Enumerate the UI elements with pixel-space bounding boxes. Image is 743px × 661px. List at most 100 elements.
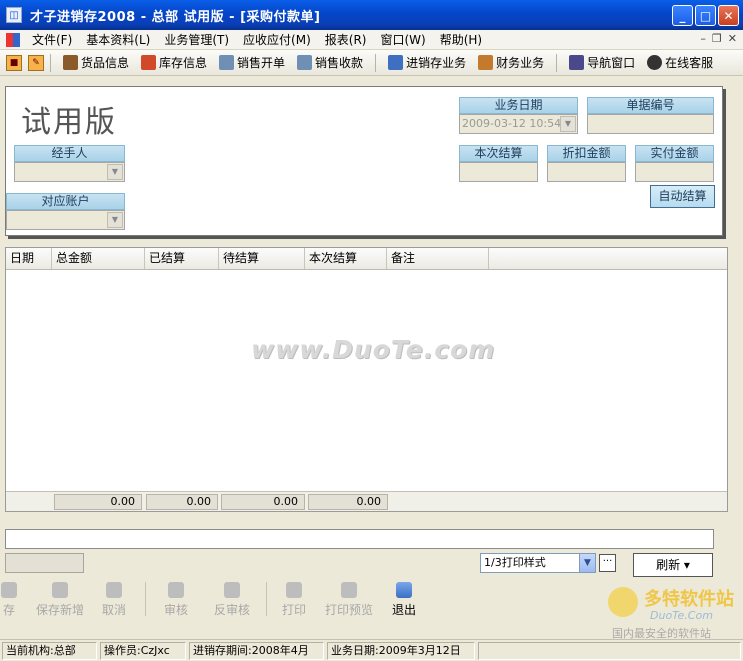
col-date[interactable]: 日期 [6,248,52,269]
discount-field[interactable] [547,162,626,182]
doc-no-field[interactable] [587,114,714,134]
exit-icon [396,582,412,598]
grid-body[interactable]: www.DuoTe.com [6,270,727,492]
page-title: 试用版 [21,105,117,140]
menu-file[interactable]: 文件(F) [25,31,79,48]
save-icon [1,582,17,598]
toolbar-edit-icon[interactable]: ✎ [28,54,44,71]
readonly-field [5,553,84,573]
toolbar-inventory-business[interactable]: 进销存业务 [382,54,472,71]
current-settle-field[interactable] [459,162,538,182]
chevron-down-icon[interactable]: ▼ [107,164,123,180]
print-preview-button[interactable]: 打印预览 [323,580,375,618]
approve-icon [168,582,184,598]
logo-main-text: 多特软件站 [644,589,734,610]
refresh-button[interactable]: 刷新 ▾ [633,553,713,577]
account-select[interactable]: ▼ [6,210,125,230]
finance-icon [478,55,494,70]
toolbar-sales-receipt[interactable]: 销售收款 [291,54,369,71]
col-current-settle[interactable]: 本次结算 [305,248,387,269]
col-remark[interactable]: 备注 [387,248,489,269]
save-button[interactable]: 存 [0,580,18,618]
menu-basic-data[interactable]: 基本资料(L) [79,31,157,48]
toolbar-label: 销售开单 [237,56,286,70]
actual-pay-field[interactable] [635,162,714,182]
date-label: 业务日期 [459,97,578,114]
toolbar-navigation[interactable]: 导航窗口 [563,54,641,71]
menu-receivable-payable[interactable]: 应收应付(M) [236,31,318,48]
date-value: 2009-03-12 10:54 [462,117,562,130]
mascot-icon [608,587,638,617]
exit-button[interactable]: 退出 [388,580,420,618]
action-separator [145,582,146,616]
print-label: 打印 [281,603,306,617]
menu-help[interactable]: 帮助(H) [433,31,489,48]
mdi-restore-button[interactable]: ❐ [712,32,722,45]
sales-order-icon [219,55,235,70]
toolbar-sales-order[interactable]: 销售开单 [213,54,291,71]
toolbar-online-support[interactable]: 在线客服 [641,54,719,71]
logo-sub-text: DuoTe.Com [650,609,713,622]
col-pending[interactable]: 待结算 [219,248,305,269]
unapprove-label: 反审核 [213,603,250,617]
date-picker[interactable]: 2009-03-12 10:54 ▼ [459,114,578,134]
toolbar-stop-icon[interactable]: ■ [6,54,22,71]
chevron-down-icon[interactable]: ▼ [107,212,123,228]
exit-label: 退出 [391,603,416,617]
menu-reports[interactable]: 报表(R) [318,31,374,48]
settlement-grid: 日期 总金额 已结算 待结算 本次结算 备注 www.DuoTe.com 0.0… [5,247,728,512]
toolbar: ■ ✎ 货品信息 库存信息 销售开单 销售收款 进销存业务 财务业务 导航窗口 … [0,50,743,76]
menu-app-icon[interactable] [6,32,20,47]
auto-settle-button[interactable]: 自动结算 [650,185,715,208]
cancel-label: 取消 [101,603,126,617]
handler-select[interactable]: ▼ [14,162,125,182]
save-new-button[interactable]: 保存新增 [32,580,88,618]
unapprove-button[interactable]: 反审核 [210,580,254,618]
navigation-icon [569,55,585,70]
pending-sum: 0.00 [221,494,305,510]
online-support-icon [647,55,663,70]
approve-button[interactable]: 审核 [158,580,194,618]
toolbar-separator [375,53,377,72]
toolbar-stock-info[interactable]: 库存信息 [135,54,213,71]
mdi-close-button[interactable]: ✕ [728,32,737,45]
chevron-down-icon[interactable]: ▼ [560,116,576,132]
status-org: 当前机构:总部 [2,642,97,660]
print-preview-icon [341,582,357,598]
inventory-business-icon [388,55,404,70]
doc-no-label: 单据编号 [587,97,714,114]
cancel-icon [106,582,122,598]
menu-bar: 文件(F) 基本资料(L) 业务管理(T) 应收应付(M) 报表(R) 窗口(W… [0,30,743,50]
toolbar-goods-info[interactable]: 货品信息 [57,54,135,71]
save-new-label: 保存新增 [35,603,84,617]
chevron-down-icon[interactable]: ▼ [579,554,595,572]
toolbar-finance[interactable]: 财务业务 [472,54,550,71]
status-operator: 操作员:CzJxc [100,642,186,660]
memo-input[interactable] [5,529,714,549]
account-label: 对应账户 [6,193,125,210]
menu-business[interactable]: 业务管理(T) [157,31,236,48]
house-icon [141,55,157,70]
col-total-amount[interactable]: 总金额 [52,248,145,269]
col-settled[interactable]: 已结算 [145,248,219,269]
print-style-select[interactable]: 1/3打印样式 ▼ [480,553,596,573]
close-button[interactable]: ✕ [718,5,739,26]
print-button[interactable]: 打印 [278,580,310,618]
duote-logo: 多特软件站 DuoTe.Com 国内最安全的软件站 [606,583,738,640]
toolbar-label: 财务业务 [496,56,545,70]
grid-totals-row: 0.00 0.00 0.00 0.00 [6,491,727,511]
print-preview-label: 打印预览 [324,603,373,617]
minimize-button[interactable]: _ [672,5,693,26]
toolbar-separator [556,53,558,72]
cancel-button[interactable]: 取消 [96,580,132,618]
mdi-controls: – ❐ ✕ [700,32,737,45]
toolbar-label: 进销存业务 [406,56,467,70]
app-icon[interactable]: ◫ [6,7,22,23]
maximize-button[interactable]: □ [695,5,716,26]
mdi-minimize-button[interactable]: – [700,32,706,45]
toolbar-label: 销售收款 [315,56,364,70]
status-biz-date: 业务日期:2009年3月12日 [327,642,475,660]
print-style-more-button[interactable]: ··· [599,554,616,572]
window-title: 才子进销存2008 - 总部 试用版 - [采购付款单] [30,9,321,25]
menu-window[interactable]: 窗口(W) [373,31,432,48]
